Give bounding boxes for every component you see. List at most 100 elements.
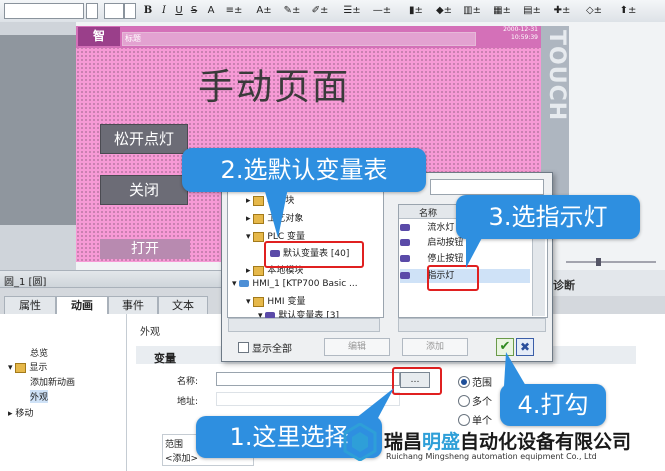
tree-item-overview[interactable]: 总览 xyxy=(30,346,48,359)
company-name-part-2: 自动化设备有限公司 xyxy=(460,431,632,453)
line-color-icon[interactable]: ✐± xyxy=(308,3,332,18)
tree-item-movement-label: 移动 xyxy=(15,409,34,419)
tag-icon xyxy=(400,224,410,231)
variable-name-label: 名称: xyxy=(177,377,199,387)
radio-single[interactable] xyxy=(458,414,470,426)
properties-object-name: 圆_1 [圆] xyxy=(4,277,47,288)
hmi-page-title: 手动页面 xyxy=(198,67,351,108)
tab-animation[interactable]: 动画 xyxy=(56,296,108,315)
tag-row-flow-light-label: 流水灯 xyxy=(427,223,455,233)
hmi-device-icon xyxy=(239,280,250,287)
brush-icon[interactable]: ◇± xyxy=(582,3,606,18)
font-color-icon[interactable]: A± xyxy=(252,3,276,18)
hmi-open-button[interactable]: 打开 xyxy=(100,239,190,259)
font-size-field[interactable] xyxy=(104,3,124,19)
tree-item-movement[interactable]: ▸ 移动 xyxy=(8,406,33,419)
company-name-accent: 明盛 xyxy=(422,431,461,453)
show-all-checkbox[interactable] xyxy=(238,342,249,353)
tab-diagnostics[interactable]: 诊断 xyxy=(553,277,575,293)
hmi-title-field[interactable]: 标题 xyxy=(122,32,476,46)
radio-multiple-label: 多个 xyxy=(472,397,492,408)
align-objects-icon[interactable]: ▮± xyxy=(404,3,428,18)
underline-button[interactable]: U xyxy=(173,3,185,18)
tag-icon xyxy=(400,272,410,279)
layer-icon[interactable]: ▤± xyxy=(520,3,544,18)
show-all-label: 显示全部 xyxy=(252,344,292,355)
style-dropdown-arrow[interactable] xyxy=(86,3,98,19)
hmi-close-button[interactable]: 关闭 xyxy=(100,175,188,205)
callout-step-3-pointer xyxy=(466,234,484,268)
folder-icon xyxy=(15,362,27,373)
font-size-up-button[interactable]: A xyxy=(204,3,218,18)
dialog-tree-hmi-tags-label: HMI 变量 xyxy=(267,297,306,307)
tree-item-appearance[interactable]: 外观 xyxy=(30,390,49,403)
hmi-date: 2000-12-31 xyxy=(503,26,538,33)
tag-row-start-button-label: 启动按钮 xyxy=(427,238,464,248)
radio-multiple[interactable] xyxy=(458,395,470,407)
tag-list-name-column: 名称 xyxy=(419,209,438,219)
animation-tree xyxy=(0,314,127,471)
radio-single-label: 单个 xyxy=(472,416,492,427)
distribute-icon[interactable]: ◆± xyxy=(432,3,456,18)
tag-row-stop-button-label: 停止按钮 xyxy=(427,254,464,264)
group-icon[interactable]: ▦± xyxy=(490,3,514,18)
company-logo-icon xyxy=(343,423,377,461)
device-brand-text: TOUCH xyxy=(544,30,569,122)
folder-icon xyxy=(253,296,265,307)
company-name-part-1: 瑞昌 xyxy=(384,431,423,453)
dialog-tree-hscrollbar[interactable] xyxy=(228,318,380,332)
variable-group-label: 变量 xyxy=(154,352,176,365)
tag-list-hscrollbar[interactable] xyxy=(398,318,546,332)
hmi-logo: 智 xyxy=(78,27,120,46)
callout-step-4: 4.打勾 xyxy=(500,384,606,426)
appearance-section-title: 外观 xyxy=(140,327,160,338)
tab-text[interactable]: 文本 xyxy=(158,296,208,315)
company-name-en: Ruichang Mingsheng automation equipment … xyxy=(386,452,597,461)
dialog-tree-hmi-tags[interactable]: ▾ HMI 变量 xyxy=(246,294,305,307)
font-size-dropdown-arrow[interactable] xyxy=(124,3,136,19)
line-style-icon[interactable]: ☰± xyxy=(340,3,364,18)
radio-range[interactable] xyxy=(458,376,470,388)
callout-step-4-pointer xyxy=(504,352,526,386)
range-column-header: 范围 xyxy=(165,440,184,450)
hmi-time: 10:59:39 xyxy=(511,34,538,41)
company-name-cn: 瑞昌明盛自动化设备有限公司 xyxy=(384,427,631,454)
zoom-slider-track[interactable] xyxy=(566,258,656,266)
callout-step-2-pointer xyxy=(264,188,288,238)
variable-name-input[interactable] xyxy=(216,372,400,386)
tree-item-display-label: 显示 xyxy=(29,363,48,373)
strikethrough-button[interactable]: S xyxy=(188,3,200,18)
fill-color-icon[interactable]: ✎± xyxy=(280,3,304,18)
callout-step-1-pointer xyxy=(356,388,394,418)
rotate-icon[interactable]: ✚± xyxy=(550,3,574,18)
align-icon[interactable]: ≡± xyxy=(222,3,246,18)
add-tag-button[interactable]: 添加 xyxy=(402,338,468,356)
radio-range-label: 范围 xyxy=(472,378,492,389)
callout-step-3: 3.选指示灯 xyxy=(456,195,640,239)
tree-item-display[interactable]: ▾ 显示 xyxy=(8,360,47,373)
line-width-icon[interactable]: —± xyxy=(370,3,394,18)
bold-button[interactable]: B xyxy=(142,3,154,18)
highlight-default-tag-table xyxy=(264,241,364,268)
tab-properties[interactable]: 属性 xyxy=(4,296,56,315)
dialog-tree-hmi-device-label: HMI_1 [KTP700 Basic ... xyxy=(252,279,358,289)
format-toolbar: B I U S A ≡± A± ✎± ✐± ☰± —± ▮± ◆± ▥± ▦± … xyxy=(0,0,665,23)
italic-button[interactable]: I xyxy=(158,3,170,18)
tab-events[interactable]: 事件 xyxy=(108,296,158,315)
style-dropdown[interactable] xyxy=(4,3,84,19)
variable-address-label: 地址: xyxy=(177,397,199,407)
edit-tag-button[interactable]: 编辑 xyxy=(324,338,390,356)
highlight-picker-button xyxy=(392,367,442,395)
bring-forward-icon[interactable]: ⬆± xyxy=(616,3,640,18)
folder-icon xyxy=(253,265,265,276)
tag-icon xyxy=(400,239,410,246)
tag-icon xyxy=(400,255,410,262)
dialog-search-input[interactable] xyxy=(430,179,544,195)
hmi-release-light-button[interactable]: 松开点灯 xyxy=(100,124,188,154)
range-add-row[interactable]: <添加> xyxy=(165,451,198,464)
same-size-icon[interactable]: ▥± xyxy=(460,3,484,18)
dialog-tree-hmi-device[interactable]: ▾ HMI_1 [KTP700 Basic ... xyxy=(232,279,358,289)
callout-step-2: 2.选默认变量表 xyxy=(182,148,426,192)
zoom-slider[interactable] xyxy=(566,258,656,266)
tree-item-add-animation[interactable]: 添加新动画 xyxy=(30,375,75,388)
